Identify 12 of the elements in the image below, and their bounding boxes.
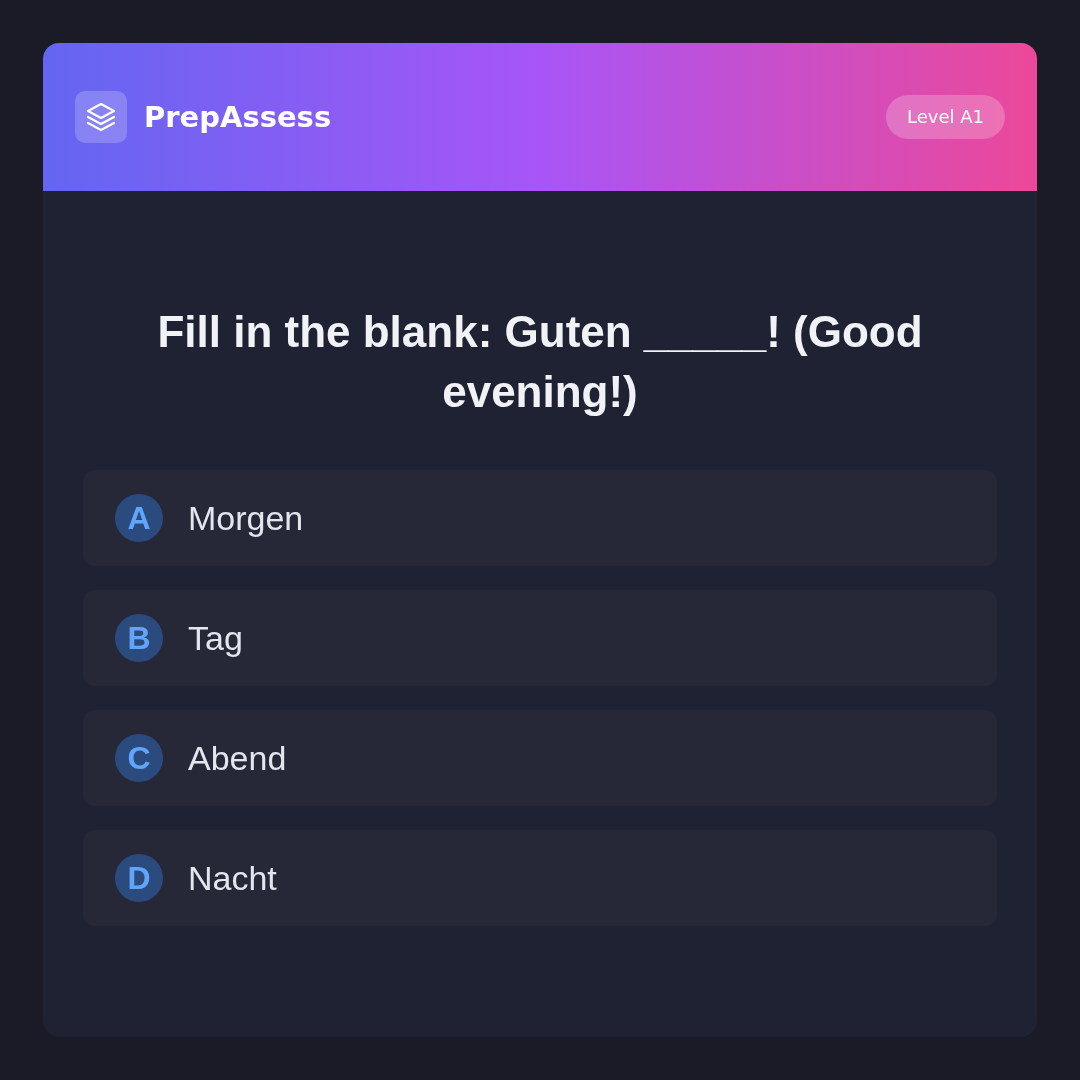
level-badge: Level A1 (886, 95, 1005, 139)
answer-option[interactable]: A Morgen (83, 470, 997, 566)
question-text: Fill in the blank: Guten _____! (Good evening!) (156, 306, 924, 418)
answer-option[interactable]: D Nacht (83, 830, 997, 926)
option-letter: C (115, 734, 163, 782)
option-letter: A (115, 494, 163, 542)
answer-option[interactable]: C Abend (83, 710, 997, 806)
layers-icon (75, 91, 127, 143)
option-letter: B (115, 614, 163, 662)
answer-option[interactable]: B Tag (83, 590, 997, 686)
option-letter: D (115, 854, 163, 902)
app-title: PrepAssess (144, 100, 332, 134)
